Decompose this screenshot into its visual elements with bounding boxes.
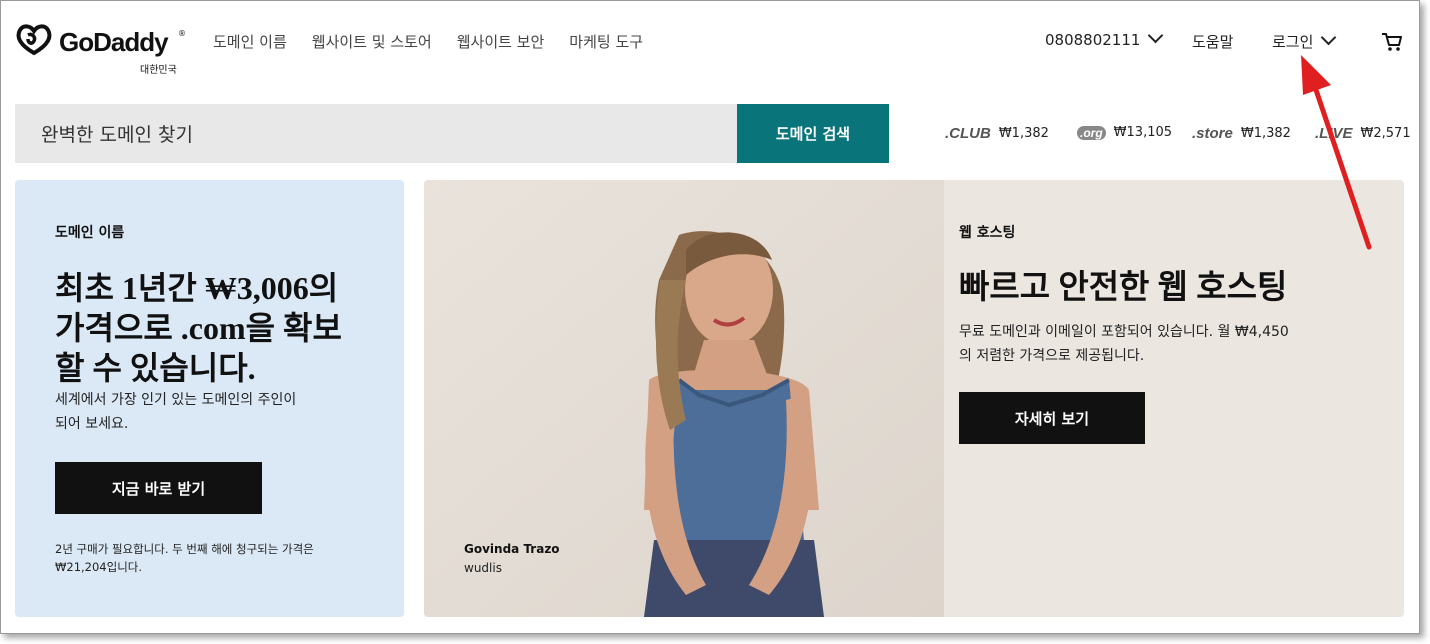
learn-more-button[interactable]: 자세히 보기 (959, 392, 1145, 444)
godaddy-logo-icon (16, 24, 52, 56)
domain-card-description: 세계에서 가장 인기 있는 도메인의 주인이 되어 보세요. (55, 388, 296, 436)
domain-search-input[interactable]: 완벽한 도메인 찾기 (15, 104, 737, 163)
hosting-card-description: 무료 도메인과 이메일이 포함되어 있습니다. 월 ₩4,450 의 저렴한 가… (959, 320, 1289, 368)
tld-name: .org (1077, 125, 1106, 140)
browser-frame: GoDaddy ® 대한민국 도메인 이름 웹사이트 및 스토어 웹사이트 보안… (0, 0, 1420, 634)
tld-name: .CLUB (945, 125, 991, 142)
tld-name: .store (1192, 125, 1233, 142)
description-line: 의 저렴한 가격으로 제공됩니다. (959, 348, 1145, 364)
disclaimer-line: ₩21,204입니다. (55, 560, 143, 574)
headline-line: 가격으로 .com을 확보 (55, 310, 342, 346)
nav-item-websites-stores[interactable]: 웹사이트 및 스토어 (312, 31, 432, 52)
domain-card-disclaimer: 2년 구매가 필요합니다. 두 번째 해에 청구되는 가격은 ₩21,204입니… (55, 540, 314, 576)
tld-price: ₩1,382 (1240, 126, 1291, 141)
annotation-arrow-icon (1301, 55, 1372, 250)
domain-card-headline: 최초 1년간 ₩3,006의 가격으로 .com을 확보 할 수 있습니다. (55, 268, 395, 388)
nav-item-domains[interactable]: 도메인 이름 (213, 31, 287, 52)
chevron-down-icon (1321, 29, 1337, 46)
hosting-card-headline: 빠르고 안전한 웹 호스팅 (959, 270, 1288, 306)
headline-line: 최초 1년간 ₩3,006의 (55, 270, 339, 306)
description-line: 되어 보세요. (55, 416, 129, 432)
description-line: 무료 도메인과 이메일이 포함되어 있습니다. 월 ₩4,450 (959, 324, 1289, 340)
logo-region: 대한민국 (140, 65, 177, 76)
domain-promo-card: 도메인 이름 최초 1년간 ₩3,006의 가격으로 .com을 확보 할 수 … (15, 180, 404, 617)
description-line: 세계에서 가장 인기 있는 도메인의 주인이 (55, 392, 297, 408)
phone-number: 0808802111 (1045, 31, 1141, 49)
hosting-card-eyebrow: 웹 호스팅 (959, 225, 1016, 241)
domain-card-eyebrow: 도메인 이름 (55, 225, 125, 241)
login-menu[interactable]: 로그인 (1272, 29, 1337, 52)
nav-item-marketing-tools[interactable]: 마케팅 도구 (569, 31, 643, 52)
disclaimer-line: 2년 구매가 필요합니다. 두 번째 해에 청구되는 가격은 (55, 542, 314, 556)
headline-line: 할 수 있습니다. (55, 350, 256, 386)
logo-trademark: ® (178, 29, 186, 38)
godaddy-logo[interactable]: GoDaddy ® 대한민국 (14, 23, 186, 76)
login-label: 로그인 (1272, 33, 1314, 51)
main-nav: 도메인 이름 웹사이트 및 스토어 웹사이트 보안 마케팅 도구 (213, 31, 668, 52)
logo-wordmark: GoDaddy (59, 27, 169, 57)
hosting-promo-card: Govinda Trazo wudlis 웹 호스팅 빠르고 안전한 웹 호스팅… (424, 180, 1404, 617)
help-link[interactable]: 도움말 (1192, 31, 1233, 52)
tld-store[interactable]: .store ₩1,382 (1192, 125, 1291, 142)
get-it-now-button[interactable]: 지금 바로 받기 (55, 462, 262, 514)
domain-search-button[interactable]: 도메인 검색 (737, 104, 889, 163)
nav-item-website-security[interactable]: 웹사이트 보안 (457, 31, 545, 52)
chevron-down-icon (1148, 27, 1164, 44)
tld-price: ₩1,382 (998, 126, 1049, 141)
tld-price: ₩13,105 (1113, 125, 1173, 140)
tld-org[interactable]: .org ₩13,105 (1077, 125, 1172, 140)
phone-menu[interactable]: 0808802111 (1045, 27, 1164, 49)
tld-club[interactable]: .CLUB ₩1,382 (945, 125, 1049, 142)
photo-credit-user: wudlis (464, 561, 502, 575)
photo-credit-name: Govinda Trazo (464, 542, 560, 556)
